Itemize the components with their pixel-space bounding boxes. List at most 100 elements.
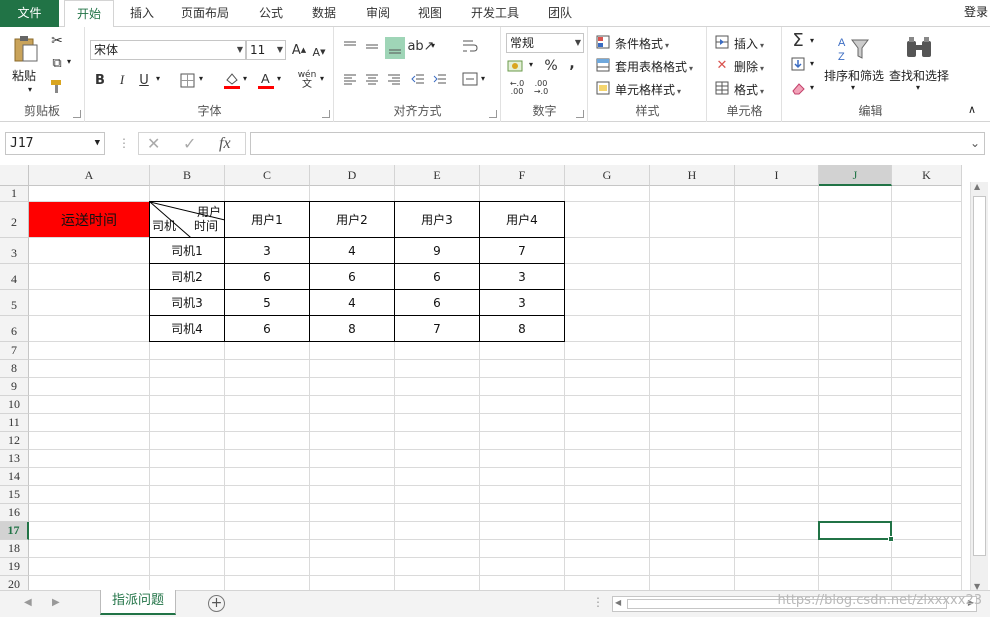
- conditional-format-icon[interactable]: [595, 34, 611, 50]
- cancel-icon[interactable]: ✕: [147, 133, 160, 154]
- row-header-10[interactable]: 10: [0, 396, 29, 414]
- table-row-label-2[interactable]: 司机2: [149, 263, 225, 290]
- table-cell[interactable]: 6: [224, 315, 310, 342]
- tab-file[interactable]: 文件: [0, 0, 59, 27]
- tab-formulas[interactable]: 公式: [250, 0, 292, 27]
- table-cell[interactable]: 6: [309, 263, 395, 290]
- format-cells-icon[interactable]: [714, 80, 730, 96]
- paste-label[interactable]: 粘贴: [12, 67, 36, 84]
- bold-button[interactable]: B: [92, 71, 108, 89]
- sheet-tab[interactable]: 指派问题: [100, 590, 176, 615]
- scroll-up-icon[interactable]: ▲: [974, 182, 980, 191]
- table-cell[interactable]: 3: [479, 263, 565, 290]
- row-header-13[interactable]: 13: [0, 450, 29, 468]
- find-select-icon[interactable]: [903, 33, 935, 65]
- find-select-dropdown-icon[interactable]: ▾: [916, 83, 920, 92]
- column-header-h[interactable]: H: [650, 165, 735, 186]
- copy-dropdown-icon[interactable]: ▾: [67, 57, 71, 66]
- formula-input[interactable]: ⌄: [250, 132, 985, 155]
- table-cell[interactable]: 5: [224, 289, 310, 316]
- active-cell-selection[interactable]: [818, 521, 894, 542]
- row-header-7[interactable]: 7: [0, 342, 29, 360]
- table-row-label-3[interactable]: 司机3: [149, 289, 225, 316]
- align-top-icon[interactable]: [341, 37, 359, 55]
- number-launcher-icon[interactable]: [576, 110, 584, 118]
- currency-dropdown-icon[interactable]: ▾: [529, 60, 533, 69]
- comma-button[interactable]: ,: [566, 55, 578, 73]
- borders-dropdown-icon[interactable]: ▾: [199, 74, 203, 83]
- font-size-select[interactable]: 11 ▼: [246, 40, 286, 60]
- column-header-e[interactable]: E: [395, 165, 480, 186]
- sheet-next-icon[interactable]: ▶: [52, 597, 60, 608]
- format-painter-icon[interactable]: [48, 77, 66, 95]
- row-header-4[interactable]: 4: [0, 264, 29, 290]
- row-header-14[interactable]: 14: [0, 468, 29, 486]
- row-header-15[interactable]: 15: [0, 486, 29, 504]
- format-as-table-icon[interactable]: [595, 57, 611, 73]
- vertical-scroll-thumb[interactable]: [973, 196, 986, 556]
- tab-data[interactable]: 数据: [302, 0, 346, 27]
- sort-filter-button[interactable]: 排序和筛选: [824, 67, 884, 84]
- format-as-table-button[interactable]: 套用表格格式 ▾: [615, 58, 693, 75]
- row-header-9[interactable]: 9: [0, 378, 29, 396]
- sort-filter-dropdown-icon[interactable]: ▾: [851, 83, 855, 92]
- currency-icon[interactable]: [506, 57, 526, 75]
- font-color-icon[interactable]: A: [256, 69, 276, 91]
- autosum-dropdown-icon[interactable]: ▾: [810, 36, 814, 45]
- column-header-k[interactable]: K: [892, 165, 962, 186]
- tab-splitter-icon[interactable]: ⋮: [592, 595, 604, 609]
- insert-function-button[interactable]: fx: [219, 133, 231, 154]
- column-header-b[interactable]: B: [150, 165, 225, 186]
- underline-dropdown-icon[interactable]: ▾: [156, 74, 160, 83]
- name-box[interactable]: J17 ▼: [5, 132, 105, 155]
- font-color-dropdown-icon[interactable]: ▾: [277, 74, 281, 83]
- format-cells-button[interactable]: 格式 ▾: [734, 81, 764, 98]
- row-header-18[interactable]: 18: [0, 540, 29, 558]
- select-all-corner[interactable]: [0, 165, 29, 186]
- insert-cells-button[interactable]: 插入 ▾: [734, 35, 764, 52]
- sort-filter-icon[interactable]: AZ: [835, 33, 871, 65]
- phonetic-dropdown-icon[interactable]: ▾: [320, 74, 324, 83]
- table-cell[interactable]: 3: [224, 237, 310, 264]
- table-cell[interactable]: 4: [309, 237, 395, 264]
- tab-team[interactable]: 团队: [538, 0, 582, 27]
- fill-handle[interactable]: [888, 536, 894, 542]
- table-cell[interactable]: 6: [394, 289, 480, 316]
- number-format-select[interactable]: 常规 ▼: [506, 33, 584, 53]
- fill-color-icon[interactable]: [222, 69, 242, 91]
- row-header-2[interactable]: 2: [0, 202, 29, 238]
- tab-page-layout[interactable]: 页面布局: [172, 0, 238, 27]
- table-col-header-4[interactable]: 用户4: [479, 201, 565, 238]
- fill-dropdown-icon[interactable]: ▾: [810, 59, 814, 68]
- column-header-d[interactable]: D: [310, 165, 395, 186]
- cell-styles-icon[interactable]: [595, 80, 611, 96]
- insert-cells-icon[interactable]: [714, 34, 730, 50]
- decrease-decimal-icon[interactable]: .00 →.0: [530, 79, 552, 97]
- column-header-c[interactable]: C: [225, 165, 310, 186]
- wrap-text-icon[interactable]: [461, 37, 479, 55]
- collapse-ribbon-icon[interactable]: ∧: [968, 103, 976, 116]
- table-cell[interactable]: 3: [479, 289, 565, 316]
- table-col-header-1[interactable]: 用户1: [224, 201, 310, 238]
- delete-cells-button[interactable]: 删除 ▾: [734, 58, 764, 75]
- clear-icon[interactable]: [789, 79, 807, 97]
- table-cell[interactable]: 6: [224, 263, 310, 290]
- row-header-17[interactable]: 17: [0, 522, 29, 540]
- align-center-icon[interactable]: [363, 70, 381, 88]
- table-col-header-3[interactable]: 用户3: [394, 201, 480, 238]
- column-header-a[interactable]: A: [29, 165, 150, 186]
- tab-home[interactable]: 开始: [64, 0, 114, 28]
- paste-icon[interactable]: [10, 33, 42, 65]
- clear-dropdown-icon[interactable]: ▾: [810, 83, 814, 92]
- row-header-11[interactable]: 11: [0, 414, 29, 432]
- add-sheet-icon[interactable]: +: [208, 595, 225, 612]
- fill-icon[interactable]: [789, 55, 807, 73]
- tab-review[interactable]: 审阅: [356, 0, 400, 27]
- table-col-header-2[interactable]: 用户2: [309, 201, 395, 238]
- delete-cells-icon[interactable]: ✕: [714, 57, 730, 73]
- percent-button[interactable]: %: [542, 57, 560, 75]
- cell-styles-button[interactable]: 单元格样式 ▾: [615, 81, 681, 98]
- increase-decimal-icon[interactable]: ←.0.00: [506, 79, 528, 97]
- table-row-label-1[interactable]: 司机1: [149, 237, 225, 264]
- copy-icon[interactable]: ⧉: [48, 54, 66, 72]
